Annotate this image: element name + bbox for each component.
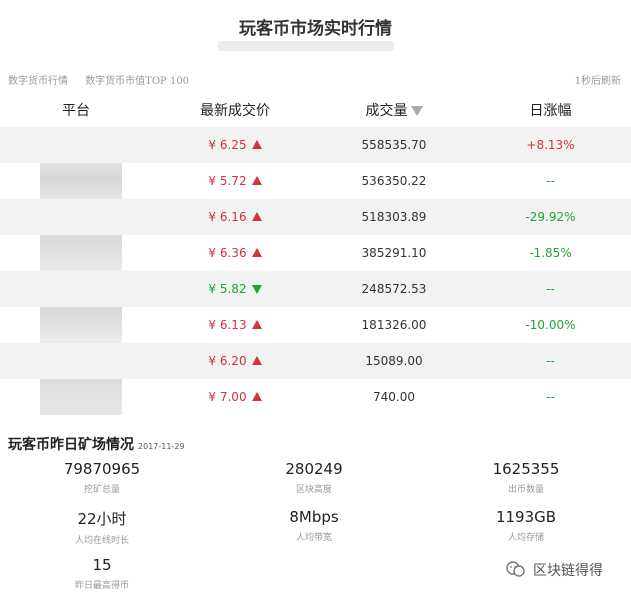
price-down-icon [251, 285, 262, 294]
platform-cell [0, 127, 152, 163]
header-volume[interactable]: 成交量 [318, 100, 470, 120]
mining-title-text: 玩客币昨日矿场情况 [8, 437, 134, 453]
change-cell: -10.00% [525, 318, 576, 332]
stat-block-height: 280249 区块高度 [214, 460, 414, 495]
price-value: ¥ 6.13 [208, 318, 247, 332]
change-cell: -- [546, 354, 555, 368]
price-cell: ¥ 7.00 [152, 379, 318, 415]
platform-cell [0, 271, 152, 307]
stat-total-mined: 79870965 挖矿总量 [2, 460, 202, 495]
stat-avg-storage: 1193GB 人均存储 [426, 508, 626, 543]
stat-value: 22小时 [77, 510, 127, 528]
tab-market-cap-top100[interactable]: 数字货币市值TOP 100 [85, 76, 189, 87]
volume-cell: 385291.10 [361, 246, 427, 260]
sort-desc-icon[interactable] [410, 106, 423, 116]
change-cell: -- [546, 174, 555, 188]
price-up-icon [251, 212, 262, 221]
stat-label: 出币数量 [507, 485, 544, 495]
price-cell: ¥ 5.82 [152, 271, 318, 307]
stat-avg-bandwidth: 8Mbps 人均带宽 [214, 508, 414, 543]
change-cell: +8.13% [526, 138, 575, 152]
table-row[interactable]: ¥ 6.16 518303.89 -29.92% [0, 199, 631, 235]
table-row[interactable]: ¥ 7.00 740.00 -- [0, 379, 631, 415]
volume-cell: 558535.70 [361, 138, 427, 152]
price-value: ¥ 6.16 [208, 210, 247, 224]
platform-cell [0, 163, 152, 199]
stat-label: 人均带宽 [295, 533, 332, 543]
stat-label: 区块高度 [295, 485, 332, 495]
wechat-icon [505, 560, 527, 582]
watermark-text: 区块链得得 [533, 563, 603, 579]
header-price: 最新成交价 [200, 103, 270, 119]
price-cell: ¥ 6.16 [152, 199, 318, 235]
stat-label: 挖矿总量 [83, 485, 120, 495]
platform-cell [0, 199, 152, 235]
stat-value: 1193GB [495, 508, 557, 526]
stat-value: 79870965 [63, 460, 141, 478]
stat-avg-online-time: 22小时 人均在线时长 [2, 508, 202, 546]
platform-cell [0, 235, 152, 271]
volume-cell: 248572.53 [361, 282, 427, 296]
tab-crypto-quotes[interactable]: 数字货币行情 [8, 76, 68, 87]
watermark: 区块链得得 [505, 560, 603, 582]
table-row[interactable]: ¥ 6.25 558535.70 +8.13% [0, 127, 631, 163]
price-up-icon [251, 176, 262, 185]
stat-value: 1625355 [492, 460, 560, 478]
change-cell: -1.85% [529, 246, 572, 260]
price-value: ¥ 6.36 [208, 246, 247, 260]
refresh-countdown: 1秒后刷新 [574, 76, 621, 87]
price-value: ¥ 7.00 [208, 390, 247, 404]
volume-cell: 740.00 [373, 390, 415, 404]
table-row[interactable]: ¥ 5.82 248572.53 -- [0, 271, 631, 307]
volume-cell: 536350.22 [361, 174, 427, 188]
price-cell: ¥ 6.13 [152, 307, 318, 343]
volume-cell: 181326.00 [361, 318, 427, 332]
change-cell: -- [546, 282, 555, 296]
price-value: ¥ 5.82 [208, 282, 247, 296]
mining-date: 2017-11-29 [138, 442, 185, 451]
mining-section-title: 玩客币昨日矿场情况 2017-11-29 [8, 434, 185, 454]
platform-cell [0, 307, 152, 343]
table-row[interactable]: ¥ 6.36 385291.10 -1.85% [0, 235, 631, 271]
header-platform: 平台 [62, 103, 90, 119]
platform-cell [0, 343, 152, 379]
volume-cell: 518303.89 [361, 210, 427, 224]
price-cell: ¥ 6.36 [152, 235, 318, 271]
stat-value: 15 [92, 556, 112, 574]
stat-value: 8Mbps [289, 508, 339, 526]
table-row[interactable]: ¥ 6.13 181326.00 -10.00% [0, 307, 631, 343]
price-up-icon [251, 320, 262, 329]
table-row[interactable]: ¥ 5.72 536350.22 -- [0, 163, 631, 199]
price-up-icon [251, 356, 262, 365]
price-cell: ¥ 6.25 [152, 127, 318, 163]
price-up-icon [251, 248, 262, 257]
price-up-icon [251, 140, 262, 149]
platform-cell [0, 379, 152, 415]
stat-coins-issued: 1625355 出币数量 [426, 460, 626, 495]
price-value: ¥ 6.20 [208, 354, 247, 368]
tab-bar: 数字货币行情 数字货币市值TOP 100 [8, 72, 203, 87]
header-change: 日涨幅 [529, 103, 572, 119]
price-cell: ¥ 5.72 [152, 163, 318, 199]
table-header: 平台 最新成交价 成交量 日涨幅 [0, 96, 631, 124]
stat-max-coins-yesterday: 15 昨日最高得币 [2, 556, 202, 591]
volume-cell: 15089.00 [365, 354, 423, 368]
stat-value: 280249 [285, 460, 343, 478]
blurred-subtitle [218, 41, 394, 51]
stat-label: 人均存储 [507, 533, 544, 543]
page-title: 玩客币市场实时行情 [239, 19, 392, 39]
price-up-icon [251, 392, 262, 401]
price-value: ¥ 6.25 [208, 138, 247, 152]
table-row[interactable]: ¥ 6.20 15089.00 -- [0, 343, 631, 379]
stat-label: 昨日最高得币 [74, 581, 129, 591]
change-cell: -29.92% [525, 210, 576, 224]
stat-label: 人均在线时长 [74, 536, 129, 546]
market-table: ¥ 6.25 558535.70 +8.13% ¥ 5.72 536350.22… [0, 127, 631, 415]
header-volume-label: 成交量 [365, 103, 408, 119]
change-cell: -- [546, 390, 555, 404]
price-value: ¥ 5.72 [208, 174, 247, 188]
price-cell: ¥ 6.20 [152, 343, 318, 379]
